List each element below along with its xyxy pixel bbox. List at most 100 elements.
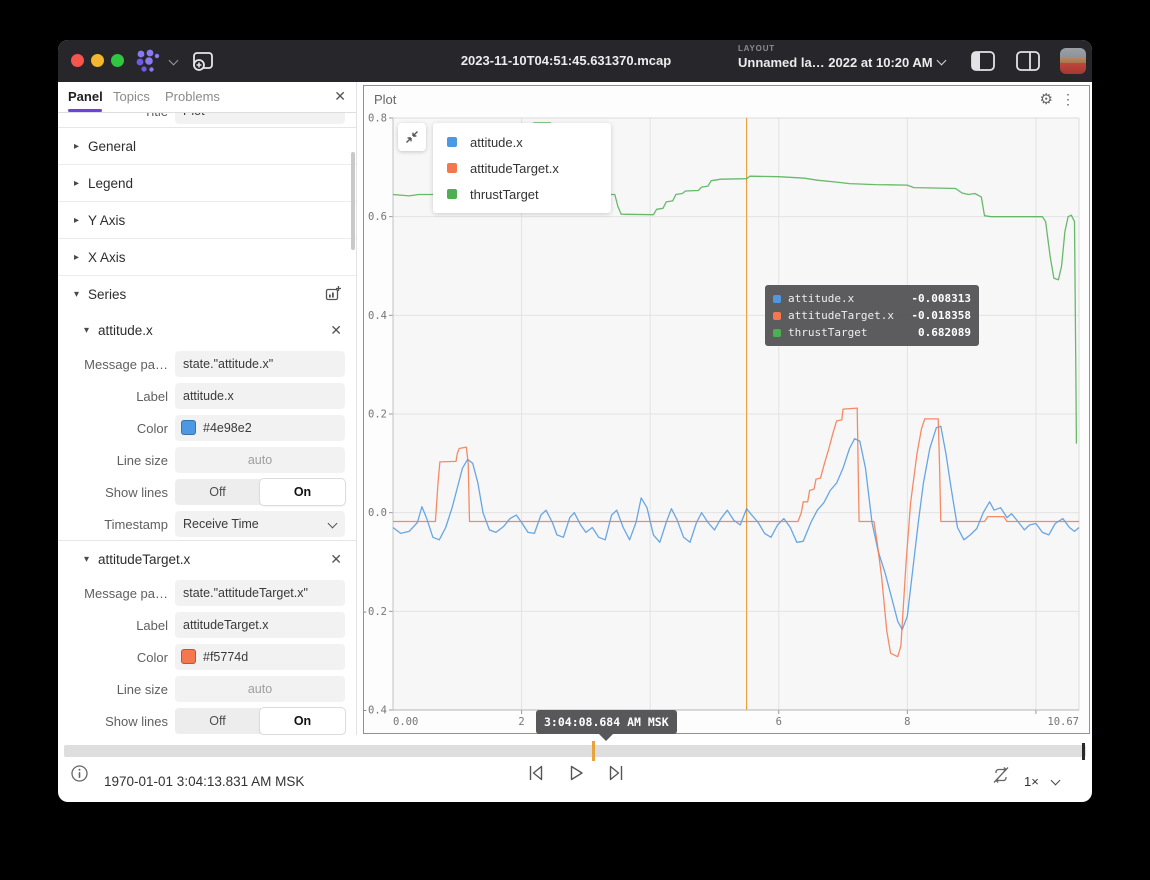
svg-text:0.8: 0.8	[368, 113, 387, 125]
show-lines-off-button[interactable]: Off	[175, 479, 260, 505]
show-lines-off-button[interactable]: Off	[175, 708, 260, 734]
sidebar-scrollbar[interactable]	[351, 152, 355, 250]
svg-text:0.2: 0.2	[368, 409, 387, 421]
play-icon	[566, 763, 586, 783]
field-row-show-lines: Show lines Off On	[58, 476, 356, 508]
playback-controls-bar: 1970-01-01 3:04:13.831 AM MSK	[58, 762, 1092, 802]
seek-hover-tooltip: 3:04:08.684 AM MSK	[536, 710, 677, 734]
playhead-marker[interactable]	[592, 741, 595, 761]
series-item-attitude-x[interactable]: ▾ attitude.x ✕	[58, 312, 356, 348]
svg-text:2: 2	[518, 716, 524, 728]
color-input[interactable]: #4e98e2	[175, 415, 345, 441]
field-row-line-size: Line size auto	[58, 673, 356, 705]
foxglove-logo-icon[interactable]	[132, 48, 164, 74]
close-window-button[interactable]	[71, 54, 84, 67]
field-row-label: Label attitude.x	[58, 380, 356, 412]
layout-label: LAYOUT	[738, 44, 948, 53]
title-field[interactable]: Plot	[175, 113, 345, 124]
show-lines-on-button[interactable]: On	[260, 479, 345, 505]
toggle-right-sidebar-button[interactable]	[1016, 51, 1040, 71]
title-field-label: Title	[58, 113, 168, 119]
seek-forward-button[interactable]	[606, 763, 626, 788]
add-panel-icon	[190, 49, 216, 73]
tooltip-color-chip	[773, 329, 781, 337]
sidebar-tabs: Panel Topics Problems ✕	[58, 82, 356, 113]
tooltip-row: thrustTarget 0.682089	[773, 324, 971, 341]
field-row-message-path: Message pa… state."attitude.x"	[58, 348, 356, 380]
legend-item-thrust-target[interactable]: thrustTarget	[433, 181, 611, 207]
show-lines-on-button[interactable]: On	[260, 708, 345, 734]
field-row-timestamp: Timestamp Receive Time	[58, 508, 356, 540]
user-avatar[interactable]	[1060, 48, 1086, 74]
svg-text:0.6: 0.6	[368, 211, 387, 223]
legend-color-chip	[447, 163, 457, 173]
chevron-right-icon: ▸	[74, 141, 88, 152]
series-item-attitude-target-x[interactable]: ▾ attitudeTarget.x ✕	[58, 541, 356, 577]
app-menu-chevron-icon[interactable]	[169, 56, 179, 66]
section-series[interactable]: ▾ Series	[58, 276, 356, 312]
chevron-down-icon: ▾	[84, 325, 98, 336]
scrubber-end-marker	[1082, 743, 1085, 760]
seek-forward-icon	[606, 763, 626, 783]
remove-series-icon[interactable]: ✕	[330, 551, 342, 568]
recording-filename: 2023-11-10T04:51:45.631370.mcap	[416, 40, 716, 82]
close-sidebar-icon[interactable]: ✕	[334, 88, 346, 105]
svg-text:0.4: 0.4	[368, 310, 387, 322]
add-series-button[interactable]	[325, 285, 342, 305]
plot-panel[interactable]: Plot ⚙ ⋮ 0.80.60.40.20.0-0.2-0.40.002681…	[363, 85, 1090, 734]
line-size-input[interactable]: auto	[175, 676, 345, 702]
legend-item-attitude-x[interactable]: attitude.x	[433, 129, 611, 155]
tooltip-color-chip	[773, 312, 781, 320]
seek-backward-button[interactable]	[526, 763, 546, 788]
recording-info-button[interactable]	[71, 765, 88, 787]
current-timestamp: 1970-01-01 3:04:13.831 AM MSK	[104, 762, 304, 802]
legend-color-chip	[447, 137, 457, 147]
maximize-window-button[interactable]	[111, 54, 124, 67]
label-input[interactable]: attitude.x	[175, 383, 345, 409]
tooltip-color-chip	[773, 295, 781, 303]
active-tab-underline	[68, 109, 102, 112]
chevron-right-icon: ▸	[74, 252, 88, 263]
repeat-off-icon	[991, 765, 1011, 785]
tab-panel[interactable]: Panel	[68, 82, 103, 112]
svg-text:-0.2: -0.2	[364, 606, 387, 618]
add-panel-button[interactable]	[190, 49, 216, 73]
play-button[interactable]	[566, 763, 586, 788]
info-icon	[71, 765, 88, 782]
seek-backward-icon	[526, 763, 546, 783]
tab-problems[interactable]: Problems	[165, 82, 220, 112]
timestamp-select[interactable]: Receive Time	[175, 511, 345, 537]
field-row-show-lines: Show lines Off On	[58, 705, 356, 735]
playback-speed-select[interactable]: 1×	[1024, 762, 1059, 802]
svg-text:10.67: 10.67	[1047, 716, 1079, 728]
chevron-down-icon	[1051, 776, 1061, 786]
layout-switcher[interactable]: LAYOUT Unnamed la… 2022 at 10:20 AM	[738, 44, 948, 70]
field-row-line-size: Line size auto	[58, 444, 356, 476]
section-legend[interactable]: ▸ Legend	[58, 165, 356, 202]
legend-collapse-button[interactable]	[398, 123, 426, 151]
playback-scrubber[interactable]	[64, 745, 1086, 757]
app-window: 2023-11-10T04:51:45.631370.mcap LAYOUT U…	[58, 40, 1092, 802]
toggle-left-sidebar-button[interactable]	[971, 51, 995, 71]
chevron-right-icon: ▸	[74, 178, 88, 189]
minimize-window-button[interactable]	[91, 54, 104, 67]
tooltip-row: attitude.x -0.008313	[773, 290, 971, 307]
tooltip-row: attitudeTarget.x -0.018358	[773, 307, 971, 324]
message-path-input[interactable]: state."attitudeTarget.x"	[175, 580, 345, 606]
field-row-label: Label attitudeTarget.x	[58, 609, 356, 641]
chevron-down-icon	[328, 519, 338, 529]
repeat-toggle-button[interactable]	[991, 765, 1011, 790]
remove-series-icon[interactable]: ✕	[330, 322, 342, 339]
color-input[interactable]: #f5774d	[175, 644, 345, 670]
section-x-axis[interactable]: ▸ X Axis	[58, 239, 356, 276]
label-input[interactable]: attitudeTarget.x	[175, 612, 345, 638]
legend-item-attitude-target-x[interactable]: attitudeTarget.x	[433, 155, 611, 181]
chevron-down-icon: ▾	[74, 289, 88, 300]
color-swatch[interactable]	[181, 420, 196, 435]
tab-topics[interactable]: Topics	[113, 82, 150, 112]
line-size-input[interactable]: auto	[175, 447, 345, 473]
section-general[interactable]: ▸ General	[58, 128, 356, 165]
section-y-axis[interactable]: ▸ Y Axis	[58, 202, 356, 239]
color-swatch[interactable]	[181, 649, 196, 664]
message-path-input[interactable]: state."attitude.x"	[175, 351, 345, 377]
